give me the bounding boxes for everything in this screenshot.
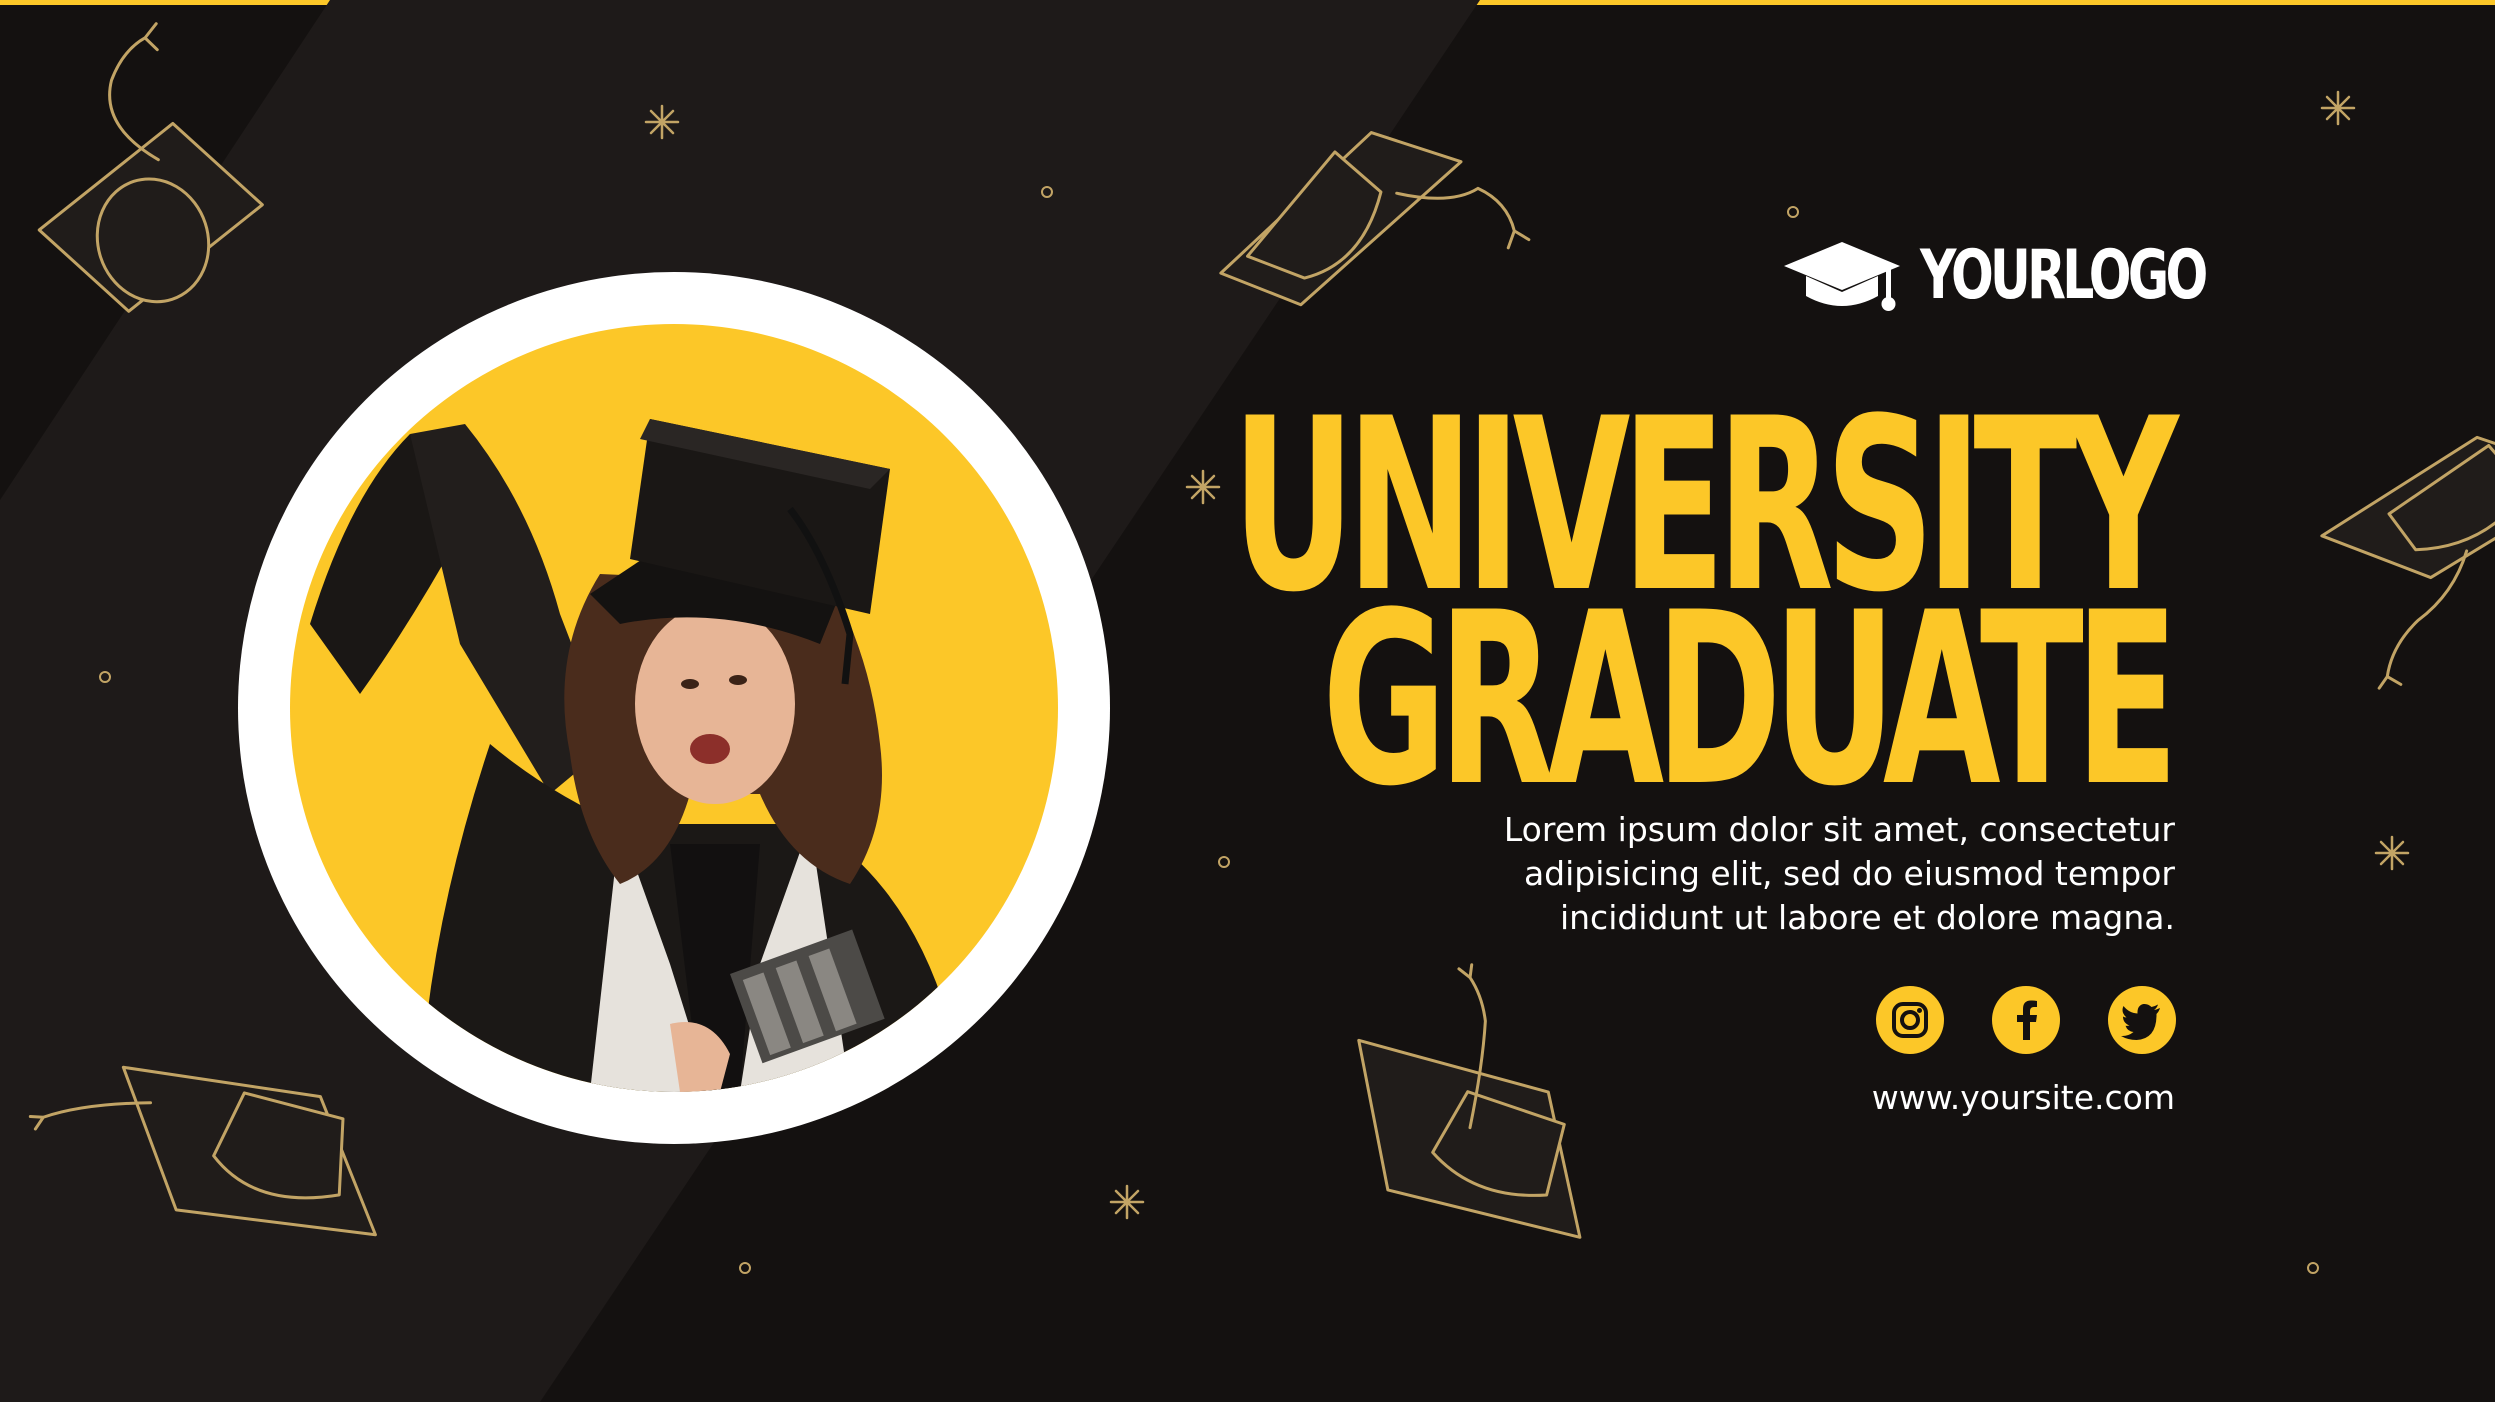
twitter-icon[interactable] <box>2108 986 2176 1054</box>
sparkle-icon <box>1109 1184 1145 1220</box>
graduate-photo <box>290 324 1058 1092</box>
sparkle-icon <box>2374 835 2410 871</box>
sparkle-icon <box>1185 469 1221 505</box>
sparkle-icon <box>644 104 680 140</box>
sparkle-icon <box>2320 90 2356 126</box>
description-line-1: Lorem ipsum dolor sit amet, consectetur <box>1503 810 2175 849</box>
brand-logo[interactable]: YOURLOGO <box>1782 236 2208 316</box>
graduation-cap-icon <box>1784 242 1900 311</box>
description-line-2: adipisicing elit, sed do eiusmod tempor <box>1523 854 2175 893</box>
instagram-icon[interactable] <box>1876 986 1944 1054</box>
dot-decoration <box>1218 856 1230 868</box>
description-line-3: incididunt ut labore et dolore magna. <box>1559 898 2175 937</box>
photo-frame <box>238 272 1110 1144</box>
website-link[interactable]: www.yoursite.com <box>1872 1076 2175 1120</box>
dot-decoration <box>739 1262 751 1274</box>
description: Lorem ipsum dolor sit amet, consectetur … <box>1275 808 2175 940</box>
facebook-icon[interactable] <box>1992 986 2060 1054</box>
dot-decoration <box>1787 206 1799 218</box>
logo-text: YOURLOGO <box>1920 236 2208 315</box>
graduation-cap-icon <box>1357 963 1582 1239</box>
graduation-cap-icon <box>2320 435 2495 690</box>
graduation-banner: YOURLOGO UNIVERSITY GRADUATE Lorem ipsum… <box>0 0 2495 1402</box>
title-line-2: GRADUATE <box>1322 562 2179 839</box>
graduate-illustration <box>290 324 1058 1092</box>
dot-decoration <box>2307 1262 2319 1274</box>
